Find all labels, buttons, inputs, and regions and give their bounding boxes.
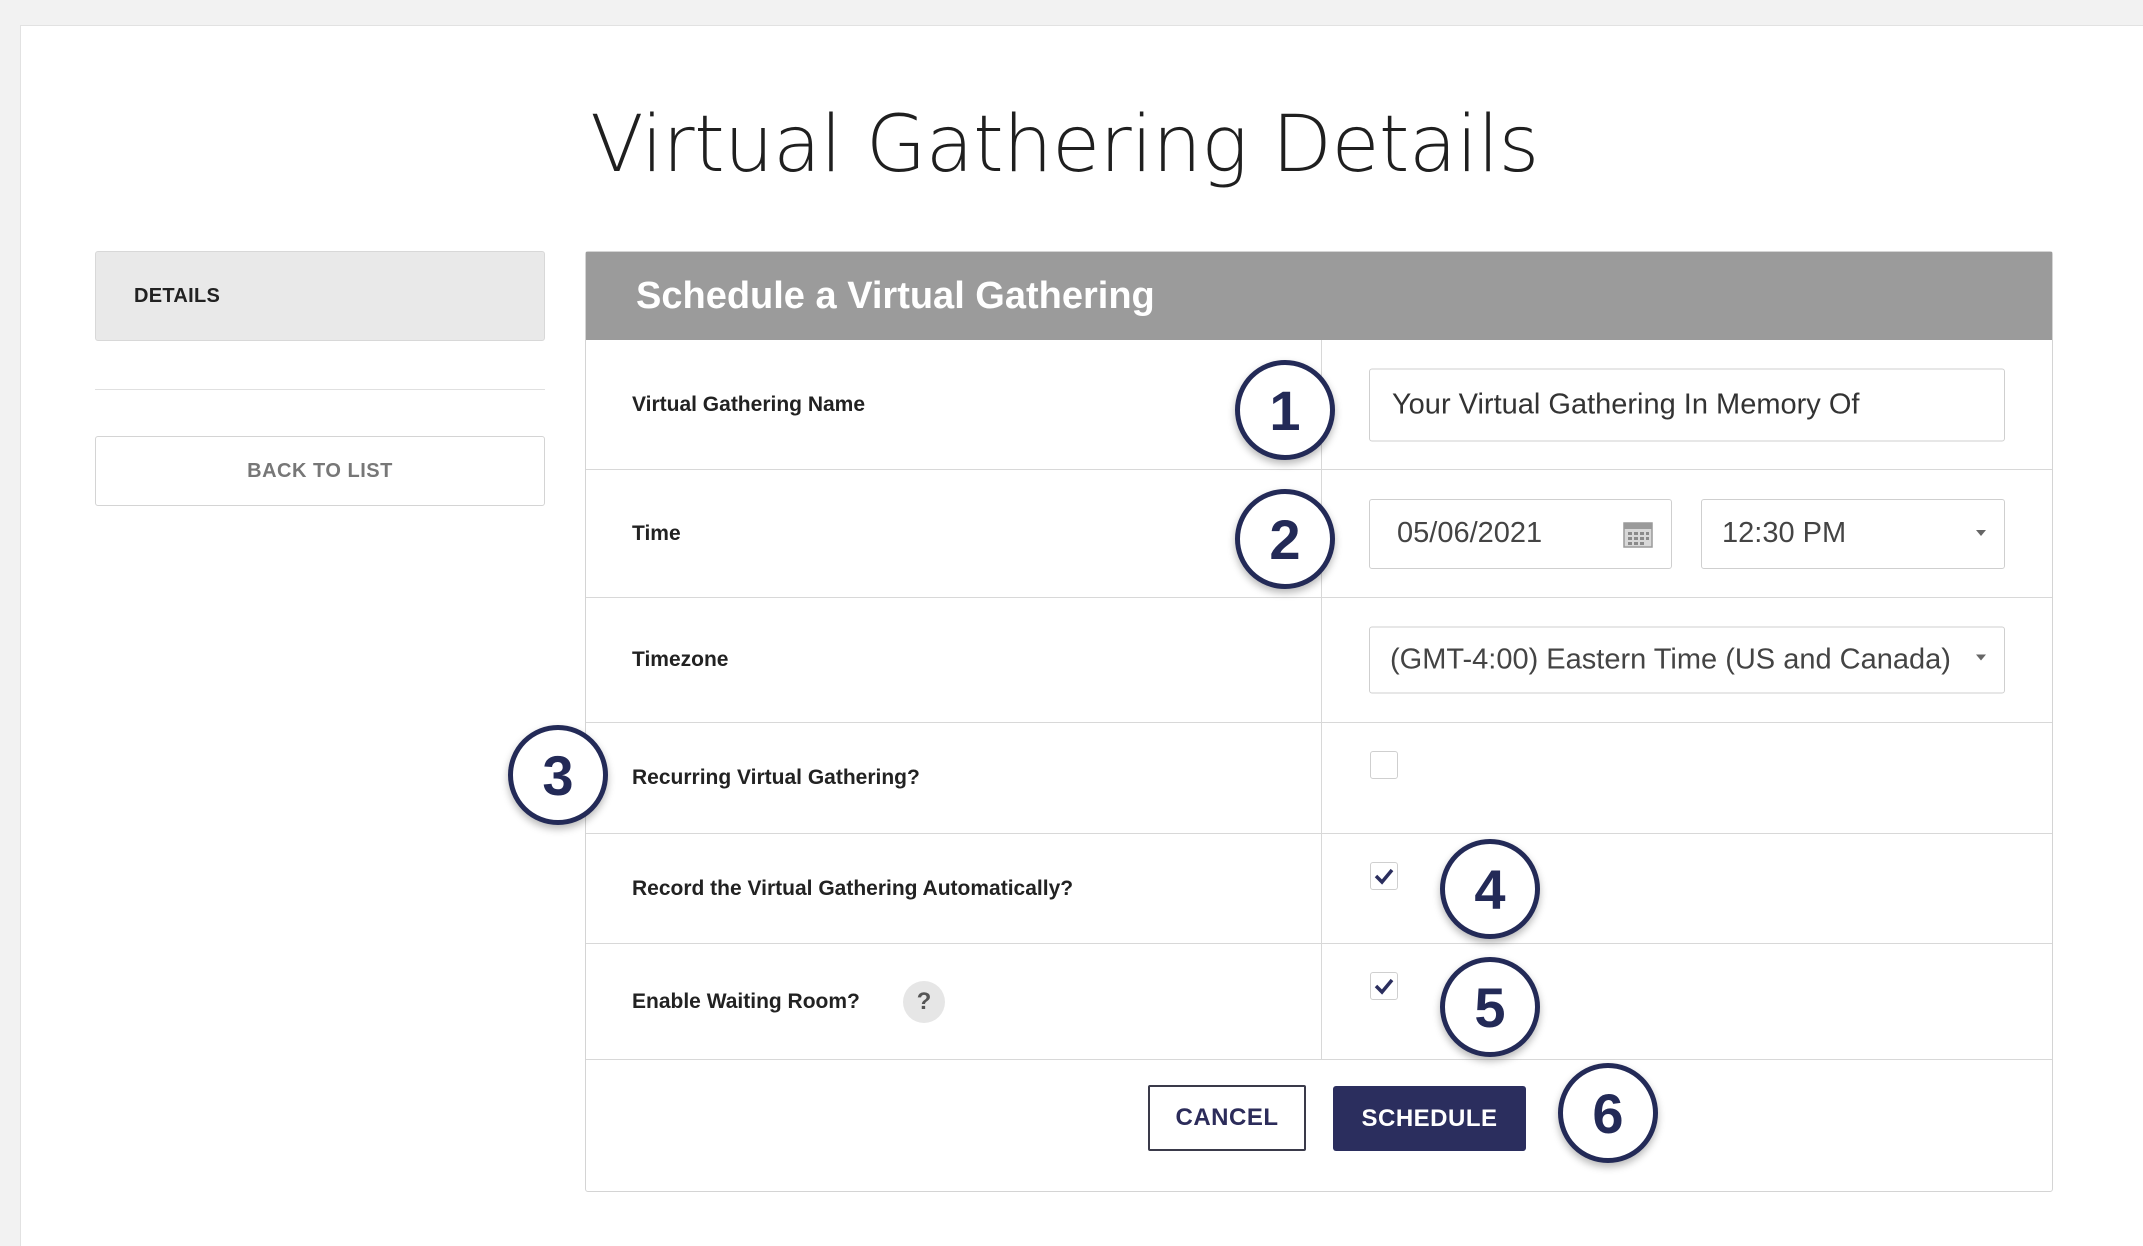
sidebar-item-details[interactable]: DETAILS (95, 251, 545, 341)
recurring-row: Recurring Virtual Gathering? (586, 723, 2052, 834)
panel-header: Schedule a Virtual Gathering (586, 252, 2052, 340)
waiting-room-checkbox[interactable] (1370, 971, 1398, 1000)
gathering-name-input[interactable]: Your Virtual Gathering In Memory Of (1369, 368, 2005, 441)
cancel-button[interactable]: CANCEL (1148, 1085, 1306, 1151)
waiting-room-row: Enable Waiting Room? ? (586, 944, 2052, 1060)
time-label: Time (632, 521, 681, 545)
record-row: Record the Virtual Gathering Automatical… (586, 834, 2052, 944)
recurring-label: Recurring Virtual Gathering? (632, 766, 920, 789)
timezone-value: (GMT-4:00) Eastern Time (US and Canada) (1390, 643, 1951, 676)
callout-badge-3: 3 (508, 725, 608, 825)
time-select[interactable]: 12:30 PM (1701, 498, 2005, 569)
checkmark-icon (1374, 868, 1394, 885)
date-input[interactable]: 05/06/2021 (1369, 498, 1672, 569)
recurring-checkbox[interactable] (1370, 751, 1398, 779)
callout-badge-5: 5 (1440, 957, 1540, 1057)
callout-badge-6: 6 (1558, 1063, 1658, 1163)
help-icon[interactable]: ? (903, 980, 945, 1023)
chevron-down-icon (1976, 529, 1986, 536)
record-checkbox[interactable] (1370, 861, 1398, 890)
schedule-button[interactable]: SCHEDULE (1333, 1086, 1526, 1151)
callout-badge-1: 1 (1235, 360, 1335, 460)
chevron-down-icon (1976, 654, 1986, 661)
time-value: 12:30 PM (1722, 517, 1847, 549)
checkmark-icon (1374, 978, 1394, 995)
waiting-room-label: Enable Waiting Room? (632, 989, 860, 1013)
timezone-row: Timezone (GMT-4:00) Eastern Time (US and… (586, 598, 2052, 723)
callout-badge-2: 2 (1235, 489, 1335, 589)
back-to-list-button[interactable]: BACK TO LIST (95, 436, 545, 506)
date-value: 05/06/2021 (1397, 517, 1543, 549)
callout-badge-4: 4 (1440, 839, 1540, 939)
sidebar-divider (95, 389, 545, 390)
page-title: Virtual Gathering Details (590, 100, 1539, 190)
timezone-select[interactable]: (GMT-4:00) Eastern Time (US and Canada) (1369, 626, 2005, 694)
record-label: Record the Virtual Gathering Automatical… (632, 876, 1074, 900)
calendar-icon[interactable] (1623, 520, 1653, 548)
timezone-label: Timezone (632, 648, 729, 671)
name-label: Virtual Gathering Name (632, 392, 866, 416)
